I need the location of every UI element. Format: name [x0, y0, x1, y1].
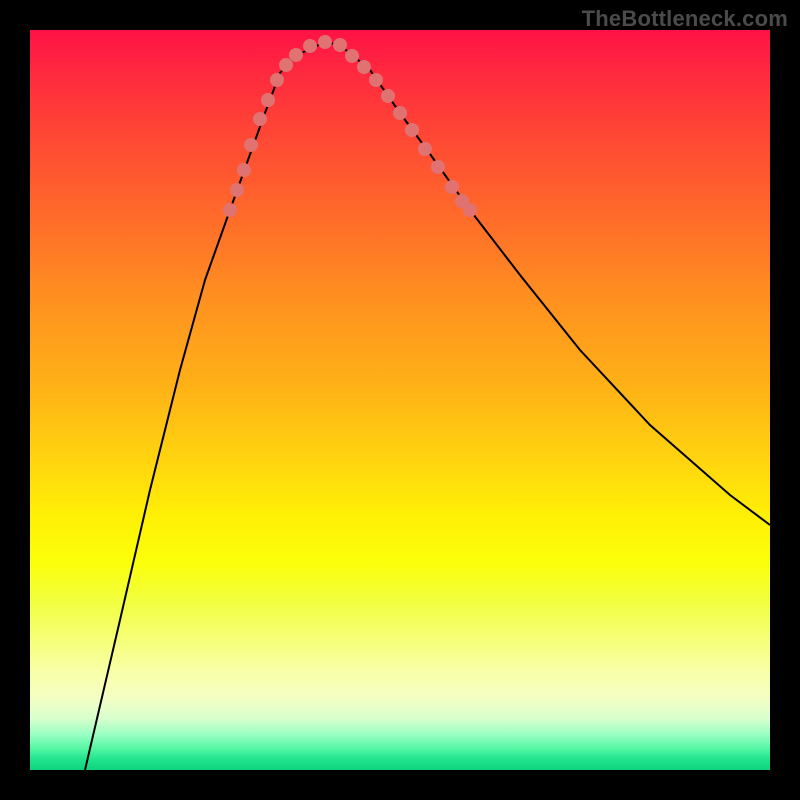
chart-frame: TheBottleneck.com	[0, 0, 800, 800]
gradient-plot-area	[30, 30, 770, 770]
watermark-text: TheBottleneck.com	[582, 6, 788, 32]
